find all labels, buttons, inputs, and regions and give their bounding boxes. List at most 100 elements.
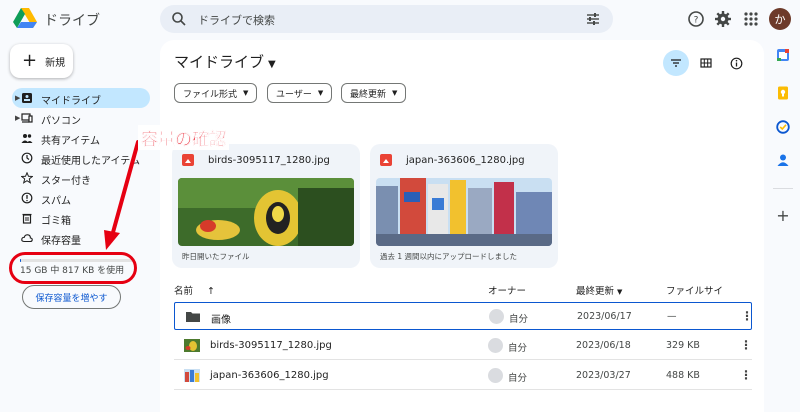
column-header-modified[interactable]: 最終更新 ▼	[576, 283, 622, 297]
annotation-highlight-oval	[9, 252, 137, 284]
sidebar-item-label: 最近使用したアイテム	[41, 156, 140, 167]
expand-caret-icon[interactable]: ▶	[15, 94, 20, 102]
more-actions-icon[interactable]: ⋮	[740, 368, 752, 382]
sidebar-item-label: ゴミ箱	[41, 216, 71, 227]
card-caption: 過去 1 週間以内にアップロードしました	[380, 252, 518, 261]
settings-gear-icon[interactable]	[714, 10, 732, 28]
search-options-icon[interactable]	[585, 11, 601, 27]
page-title[interactable]: マイドライブ ▼	[174, 51, 276, 72]
image-file-icon	[380, 154, 392, 166]
drive-logo-icon[interactable]	[13, 8, 37, 28]
sidebar-item-recent[interactable]: 最近使用したアイテム	[12, 148, 150, 168]
file-thumbnail	[178, 178, 354, 246]
details-button[interactable]	[723, 50, 749, 76]
card-file-name: birds-3095117_1280.jpg	[208, 155, 330, 166]
app-title: ドライブ	[44, 13, 100, 29]
more-actions-icon[interactable]: ⋮	[740, 338, 752, 352]
plus-icon: +	[22, 50, 38, 71]
image-file-icon	[182, 154, 194, 166]
spam-icon	[21, 192, 33, 204]
search-input[interactable]: ドライブで検索	[198, 12, 275, 28]
tasks-icon[interactable]	[776, 120, 790, 134]
chip-label: ユーザー	[276, 89, 312, 100]
people-filter-chip[interactable]: ユーザー ▼	[267, 83, 333, 103]
image-thumbnail-icon	[184, 369, 200, 382]
trash-icon	[22, 213, 32, 224]
suggested-file-card[interactable]: birds-3095117_1280.jpg 昨日開いたファイル	[172, 144, 360, 268]
row-modified-date: 2023/06/18	[576, 340, 631, 351]
computer-icon	[21, 113, 33, 123]
sidebar-item-label: スパム	[41, 196, 71, 207]
my-drive-icon	[22, 93, 32, 103]
keep-icon[interactable]	[776, 86, 790, 100]
sort-arrow-up-icon[interactable]: ↑	[207, 286, 215, 297]
expand-caret-icon[interactable]: ▶	[15, 114, 20, 122]
info-icon	[730, 57, 742, 69]
sidebar-item-label: 保存容量	[41, 236, 81, 247]
column-header-name[interactable]: 名前 ↑	[174, 283, 215, 297]
filter-lines-icon	[671, 59, 681, 67]
row-file-size: —	[667, 311, 677, 322]
search-icon[interactable]	[171, 11, 187, 27]
sidebar-item-label: マイドライブ	[41, 96, 101, 107]
chevron-down-icon: ▼	[268, 59, 276, 70]
add-addon-icon[interactable]: +	[776, 208, 790, 224]
column-header-name-label: 名前	[174, 286, 194, 297]
recent-icon	[21, 152, 33, 164]
grid-icon	[700, 58, 712, 68]
row-file-name: japan-363606_1280.jpg	[210, 370, 329, 381]
row-modified-date: 2023/06/17	[577, 311, 632, 322]
cloud-icon	[21, 234, 33, 243]
chevron-down-icon: ▼	[317, 89, 324, 97]
table-row[interactable]: 画像 自分 2023/06/17 — ⋮	[174, 302, 753, 330]
image-thumbnail-icon	[184, 339, 200, 352]
row-modified-date: 2023/03/27	[576, 370, 631, 381]
chevron-down-icon: ▼	[392, 89, 398, 97]
help-icon[interactable]: ?	[687, 10, 705, 28]
chevron-down-icon: ▼	[243, 89, 249, 97]
apps-grid-icon[interactable]	[742, 10, 760, 28]
column-header-modified-label: 最終更新	[576, 286, 615, 297]
sidebar-nav: ▶ マイドライブ ▶ パソコン 共有アイテム 最近使用したアイテム スター付き …	[0, 88, 152, 248]
owner-avatar	[488, 368, 503, 383]
search-bar[interactable]: ドライブで検索	[160, 5, 613, 33]
sidebar-item-shared[interactable]: 共有アイテム	[12, 128, 150, 148]
chip-label: ファイル形式	[183, 89, 238, 100]
file-type-filter-chip[interactable]: ファイル形式 ▼	[174, 83, 258, 103]
sidebar-item-starred[interactable]: スター付き	[12, 168, 150, 188]
more-actions-icon[interactable]: ⋮	[741, 309, 753, 323]
suggested-file-card[interactable]: japan-363606_1280.jpg 過去 1 週間以内にアップロードしま…	[370, 144, 558, 268]
sidebar-item-trash[interactable]: ゴミ箱	[12, 208, 150, 228]
owner-avatar	[488, 338, 503, 353]
sidebar-item-computers[interactable]: ▶ パソコン	[12, 108, 150, 128]
svg-text:?: ?	[694, 16, 699, 26]
column-header-size[interactable]: ファイルサイ	[666, 283, 723, 297]
sidebar-item-storage[interactable]: 保存容量	[12, 228, 150, 248]
modified-filter-chip[interactable]: 最終更新 ▼	[341, 83, 407, 103]
new-button-label: 新規	[45, 57, 66, 69]
buy-storage-button[interactable]: 保存容量を増やす	[22, 285, 121, 309]
star-icon	[21, 172, 33, 184]
table-row[interactable]: japan-363606_1280.jpg 自分 2023/03/27 488 …	[174, 362, 752, 390]
account-avatar[interactable]: か	[769, 8, 791, 30]
main-panel: マイドライブ ▼ ファイル形式 ▼ ユーザー ▼ 最終更新 ▼ birds-309511…	[160, 40, 764, 412]
sidebar-item-my-drive[interactable]: ▶ マイドライブ	[12, 88, 150, 108]
row-file-name: 画像	[211, 315, 231, 326]
grid-view-button[interactable]	[693, 50, 719, 76]
column-header-owner[interactable]: オーナー	[488, 283, 526, 297]
rail-divider	[773, 188, 793, 189]
sidebar-item-spam[interactable]: スパム	[12, 188, 150, 208]
row-file-size: 329 KB	[666, 340, 700, 351]
table-row[interactable]: birds-3095117_1280.jpg 自分 2023/06/18 329…	[174, 332, 752, 360]
card-caption: 昨日開いたファイル	[182, 252, 250, 261]
row-owner: 自分	[508, 343, 528, 354]
row-owner: 自分	[508, 373, 528, 384]
chevron-down-icon: ▼	[617, 288, 623, 296]
page-title-text: マイドライブ	[174, 53, 265, 71]
contacts-icon[interactable]	[776, 153, 790, 167]
calendar-icon[interactable]	[776, 48, 790, 62]
new-button[interactable]: + 新規	[10, 44, 73, 78]
filter-view-button[interactable]	[663, 50, 689, 76]
folder-icon	[186, 312, 200, 322]
row-owner: 自分	[509, 314, 529, 325]
